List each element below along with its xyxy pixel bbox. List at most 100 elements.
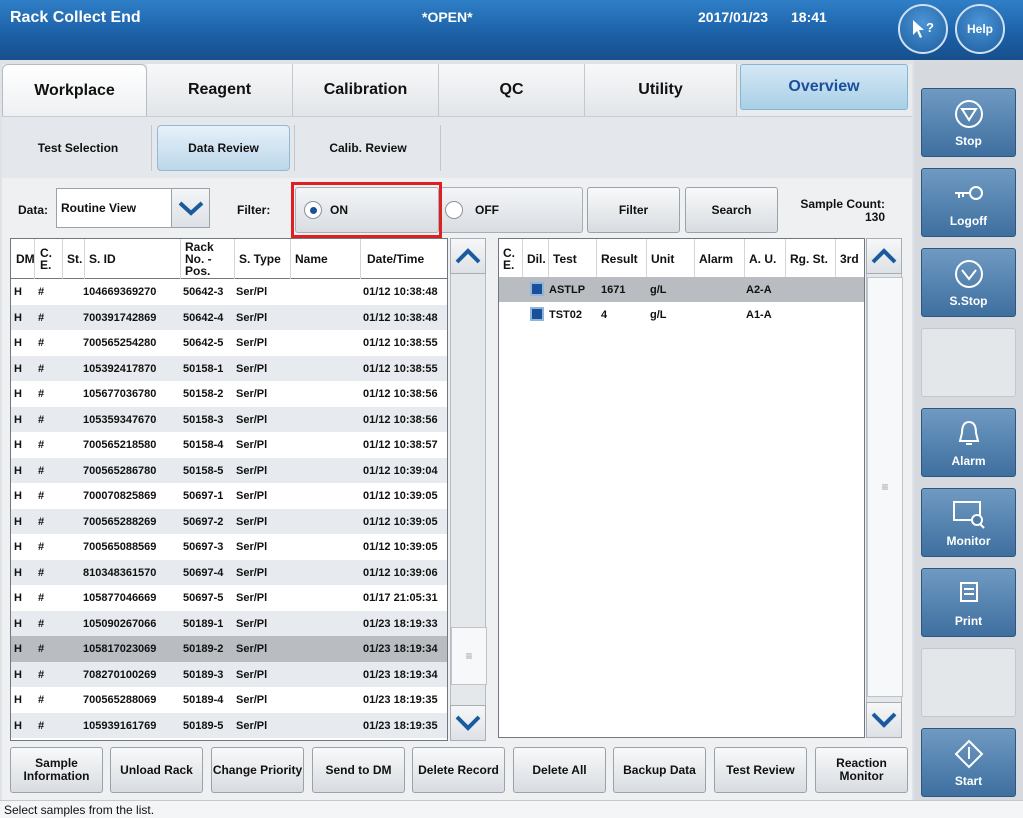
reaction-monitor-button[interactable]: Reaction Monitor — [815, 747, 908, 793]
table-row[interactable]: H #105090267066 50189-1 Ser/Pl 01/23 18:19:3… — [11, 610, 447, 636]
test-name: ASTLP — [549, 284, 586, 296]
table-row[interactable]: H #105677036780 50158-2 Ser/Pl 01/12 10:38:5… — [11, 381, 447, 407]
scroll-up-button[interactable] — [450, 238, 486, 274]
scroll-up-button[interactable] — [866, 238, 902, 274]
start-button[interactable]: Start — [921, 728, 1016, 797]
sub-tab-bar: Test Selection Data Review Calib. Review — [2, 116, 912, 178]
tab-overview[interactable]: Overview — [740, 64, 908, 110]
subtab-test-selection[interactable]: Test Selection — [8, 125, 148, 171]
row-rack-pos: 50697-5 — [183, 592, 224, 604]
result-row[interactable]: TST02 4 g/L A1-A — [499, 302, 864, 327]
row-sample-type: Ser/Pl — [236, 464, 268, 477]
table-row[interactable]: H #700565288069 50189-4 Ser/Pl 01/23 18:19:3… — [11, 687, 447, 713]
scroll-thumb[interactable]: ≡ — [451, 627, 487, 685]
table-row[interactable]: H #700391742869 50642-4 Ser/Pl 01/12 10:38:4… — [11, 304, 447, 330]
table-row[interactable]: H #104669369270 50642-3 Ser/Pl 01/12 10:38:4… — [11, 279, 447, 305]
print-label: Print — [954, 614, 983, 628]
column-header-datetime[interactable]: Date/Time — [361, 239, 447, 279]
table-row[interactable]: H #105877046669 50697-5 Ser/Pl 01/17 21:05:3… — [11, 585, 447, 611]
subtab-data-review[interactable]: Data Review — [157, 125, 290, 171]
row-sample-type: Ser/Pl — [236, 719, 268, 732]
tab-workplace[interactable]: Workplace — [2, 64, 147, 116]
table-row[interactable]: H #708270100269 50189-3 Ser/Pl 01/23 18:19:3… — [11, 661, 447, 687]
column-header-sid[interactable]: S. ID — [85, 239, 181, 279]
sample-list-table: DM C. E. St. S. ID Rack No. - Pos. S. Ty… — [10, 238, 448, 741]
column-header-name[interactable]: Name — [291, 239, 361, 279]
send-to-dm-button[interactable]: Send to DM — [312, 747, 405, 793]
logoff-button[interactable]: Logoff — [921, 168, 1016, 237]
table-row[interactable]: H #700070825869 50697-1 Ser/Pl 01/12 10:39:0… — [11, 483, 447, 509]
scroll-down-button[interactable] — [450, 705, 486, 741]
scroll-down-button[interactable] — [866, 702, 902, 738]
test-review-button[interactable]: Test Review — [714, 747, 807, 793]
result-row[interactable]: ASTLP 1671 g/L A2-A — [499, 277, 864, 302]
scroll-thumb[interactable]: ≡ — [867, 277, 903, 697]
table-row[interactable]: H #105359347670 50158-3 Ser/Pl 01/12 10:38:5… — [11, 406, 447, 432]
column-header-dm[interactable]: DM — [11, 239, 35, 279]
column-header-dil[interactable]: Dil. — [523, 239, 549, 279]
table-row[interactable]: H #700565254280 50642-5 Ser/Pl 01/12 10:38:5… — [11, 330, 447, 356]
sampling-stop-button[interactable]: S.Stop — [921, 248, 1016, 317]
column-header-test[interactable]: Test — [549, 239, 597, 279]
table-row[interactable]: H #700565088569 50697-3 Ser/Pl 01/12 10:39:0… — [11, 534, 447, 560]
sample-information-button[interactable]: Sample Information — [10, 747, 103, 793]
row-sample-id: 708270100269 — [83, 668, 157, 681]
print-button[interactable]: Print — [921, 568, 1016, 637]
row-sample-id: 105392417870 — [83, 362, 157, 375]
tab-calibration[interactable]: Calibration — [293, 64, 439, 116]
row-ce: # — [38, 643, 45, 655]
table-row[interactable]: H #105817023069 50189-2 Ser/Pl 01/23 18:19:3… — [11, 636, 447, 662]
column-header-unit[interactable]: Unit — [647, 239, 695, 279]
help-button[interactable]: Help — [955, 4, 1005, 54]
column-header-result[interactable]: Result — [597, 239, 647, 279]
unload-rack-button[interactable]: Unload Rack — [110, 747, 203, 793]
tab-reagent[interactable]: Reagent — [147, 64, 293, 116]
tab-qc[interactable]: QC — [439, 64, 585, 116]
empty-slot-button — [921, 648, 1016, 717]
chevron-down-icon[interactable] — [171, 189, 209, 227]
whats-this-button[interactable]: ? — [898, 4, 948, 54]
table-row[interactable]: H #810348361570 50697-4 Ser/Pl 01/12 10:39:0… — [11, 559, 447, 585]
column-header-ce[interactable]: C. E. — [499, 239, 523, 279]
table-row[interactable]: H #700565288269 50697-2 Ser/Pl 01/12 10:39:0… — [11, 508, 447, 534]
data-view-select[interactable]: Routine View — [56, 188, 210, 228]
column-header-rgst[interactable]: Rg. St. — [786, 239, 836, 279]
column-header-alarm[interactable]: Alarm — [695, 239, 745, 279]
table-row[interactable]: H #700565218580 50158-4 Ser/Pl 01/12 10:38:5… — [11, 432, 447, 458]
backup-data-button[interactable]: Backup Data — [613, 747, 706, 793]
sample-list-scrollbar[interactable]: ≡ — [450, 238, 487, 741]
filter-button[interactable]: Filter — [587, 187, 680, 233]
search-button[interactable]: Search — [685, 187, 778, 233]
delete-all-button[interactable]: Delete All — [513, 747, 606, 793]
column-header-st[interactable]: St. — [63, 239, 85, 279]
row-dm: H — [14, 362, 22, 375]
chevron-up-icon — [871, 248, 897, 264]
table-row[interactable]: H #105392417870 50158-1 Ser/Pl 01/12 10:38:5… — [11, 355, 447, 381]
row-sample-type: Ser/Pl — [236, 592, 268, 604]
filter-off-radio[interactable]: OFF — [440, 187, 583, 233]
monitor-button[interactable]: Monitor — [921, 488, 1016, 557]
row-datetime: 01/12 10:38:55 — [363, 337, 438, 349]
stop-button[interactable]: Stop — [921, 88, 1016, 157]
delete-record-button[interactable]: Delete Record — [412, 747, 505, 793]
result-list-scrollbar[interactable]: ≡ — [866, 238, 903, 738]
row-dm: H — [14, 286, 22, 298]
table-row[interactable]: H #700565286780 50158-5 Ser/Pl 01/12 10:39:0… — [11, 457, 447, 483]
column-header-rack[interactable]: Rack No. - Pos. — [181, 239, 235, 279]
row-rack-pos: 50158-1 — [183, 362, 224, 375]
column-header-au[interactable]: A. U. — [745, 239, 786, 279]
row-datetime: 01/23 18:19:34 — [363, 668, 438, 681]
highlight-frame — [291, 182, 442, 238]
change-priority-button[interactable]: Change Priority — [211, 747, 304, 793]
row-rack-pos: 50642-3 — [183, 286, 224, 298]
table-row[interactable]: H #105939161769 50189-5 Ser/Pl 01/23 18:19:3… — [11, 712, 447, 738]
row-sample-id: 700565288069 — [83, 694, 157, 706]
tab-utility[interactable]: Utility — [585, 64, 737, 116]
alarm-button[interactable]: Alarm — [921, 408, 1016, 477]
row-sample-id: 700565088569 — [83, 541, 157, 553]
subtab-calib-review[interactable]: Calib. Review — [298, 125, 438, 171]
column-header-ce[interactable]: C. E. — [35, 239, 63, 279]
column-header-3rd[interactable]: 3rd — [836, 239, 864, 279]
column-header-stype[interactable]: S. Type — [235, 239, 291, 279]
status-bar: Select samples from the list. — [0, 800, 1023, 818]
